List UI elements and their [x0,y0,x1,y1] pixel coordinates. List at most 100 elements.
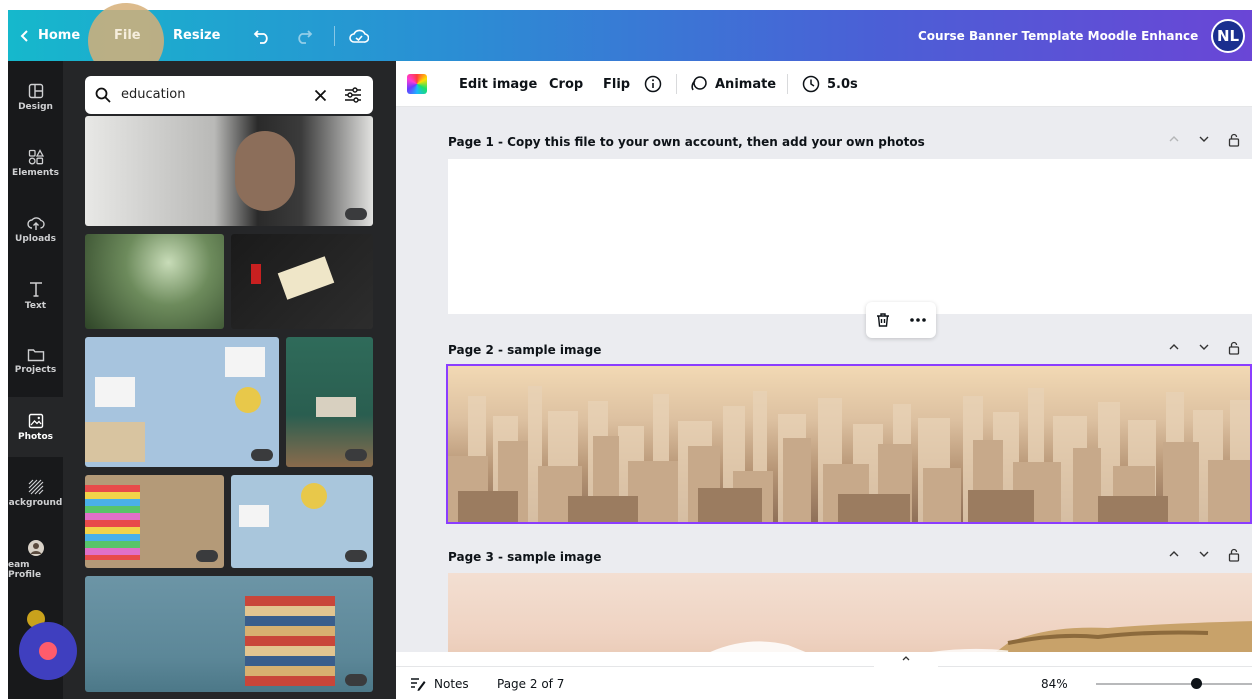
zoom-slider[interactable] [1096,683,1252,685]
photo-thumbnail[interactable] [85,234,224,329]
page-title[interactable]: Page 2 - sample image [448,343,601,357]
edit-image-label: Edit image [459,76,538,92]
avatar[interactable]: NL [1211,19,1245,53]
chevron-down-icon[interactable] [1198,548,1210,560]
animate-button[interactable]: Animate [690,61,776,107]
photo-thumbnail[interactable] [286,337,373,467]
rail-item-photos[interactable]: Photos [8,397,63,457]
undo-button[interactable] [253,10,271,61]
photo-thumbnail[interactable] [85,576,373,692]
page-1-canvas[interactable] [448,159,1252,314]
text-icon [29,281,42,297]
resize-button[interactable]: Resize [173,10,220,61]
save-status-button[interactable] [349,10,369,61]
flip-button[interactable]: Flip [603,61,630,107]
redo-icon [298,29,313,44]
file-menu-button[interactable]: File [114,10,141,61]
photo-dinosaur [85,422,145,462]
show-pages-button[interactable] [874,653,938,667]
file-label: File [114,28,141,43]
notes-button[interactable]: Notes [410,667,469,699]
photo-thumbnail[interactable] [231,475,373,568]
rail-label: Photos [17,431,54,442]
canva-editor: Home File Resize Course Banner Template … [0,0,1252,699]
chevron-up-icon [902,656,910,661]
page-controls [1168,341,1240,355]
canvas-area: Page 1 - Copy this file to your own acco… [396,107,1252,652]
clear-search-icon[interactable] [314,89,327,102]
page-indicator[interactable]: Page 2 of 7 [497,667,564,699]
search-icon [95,87,111,103]
image-icon [28,413,43,428]
animate-label: Animate [715,76,777,92]
photo-thumbnail[interactable] [85,475,224,568]
crop-button[interactable]: Crop [549,61,583,107]
notes-label: Notes [434,676,469,691]
cloud-upload-icon [26,216,45,230]
rail-item-team-profile[interactable]: eam Profile [8,529,63,589]
photo-subject [235,131,295,211]
rail-item-projects[interactable]: Projects [8,331,63,391]
lock-icon[interactable] [1228,133,1240,147]
chevron-up-icon[interactable] [1168,548,1180,560]
rail-label: Elements [12,167,59,178]
rail-item-design[interactable]: Design [8,67,63,127]
photo-thumbnail[interactable] [85,116,373,226]
more-options-icon[interactable] [909,317,927,323]
redo-button[interactable] [295,10,313,61]
help-button[interactable] [19,622,77,680]
record-icon [39,642,57,660]
duration-label: 5.0s [827,76,858,92]
photo-thumbnail[interactable] [231,234,373,329]
animate-icon [691,76,707,91]
rail-item-elements[interactable]: Elements [8,133,63,193]
filter-icon[interactable] [344,87,362,103]
element-context-menu [866,302,936,338]
cloud-check-icon [349,29,369,43]
page-controls [1168,133,1240,147]
color-picker-button[interactable] [407,74,427,94]
flip-label: Flip [603,76,631,92]
home-button[interactable]: Home [20,10,80,61]
trash-icon[interactable] [875,312,891,328]
search-box[interactable]: education [85,76,373,114]
zoom-level[interactable]: 84% [1041,667,1068,699]
editor-toolbar: Edit image Crop Flip Animate 5.0s [396,61,1252,107]
undo-icon [253,29,268,44]
page-3-canvas[interactable] [448,573,1252,652]
photo-book [277,256,335,300]
rail-item-text[interactable]: Text [8,265,63,325]
photo-book-stack [245,596,335,686]
photo-chalk [85,485,140,560]
search-input[interactable]: education [121,87,186,102]
photo-notebook [225,347,265,377]
lock-icon[interactable] [1228,341,1240,355]
page-title[interactable]: Page 1 - Copy this file to your own acco… [448,135,925,149]
info-button[interactable] [644,61,662,107]
lock-icon[interactable] [1228,548,1240,562]
rail-label: eam Profile [8,559,42,580]
premium-badge [345,449,367,461]
rail-item-uploads[interactable]: Uploads [8,199,63,259]
page-2-canvas[interactable] [446,364,1252,524]
chevron-left-icon [20,29,28,42]
edit-image-button[interactable]: Edit image [459,61,537,107]
chevron-down-icon[interactable] [1198,341,1210,353]
divider [787,74,788,94]
page-title[interactable]: Page 3 - sample image [448,550,601,564]
chevron-down-icon[interactable] [1198,133,1210,145]
clock-icon [802,75,820,93]
timing-button[interactable]: 5.0s [802,61,858,107]
zoom-slider-handle[interactable] [1191,678,1202,689]
chevron-up-icon[interactable] [1168,133,1180,145]
photo-globe [301,483,327,509]
premium-badge [345,208,367,220]
photo-thumbnail[interactable] [85,337,279,467]
document-title[interactable]: Course Banner Template Moodle Enhance [918,10,1198,61]
chevron-up-icon[interactable] [1168,341,1180,353]
rail-label: Text [24,300,47,311]
rail-item-background[interactable]: ackground [8,463,63,523]
premium-badge [251,449,273,461]
folder-icon [27,348,44,361]
photo-notebook [95,377,135,407]
